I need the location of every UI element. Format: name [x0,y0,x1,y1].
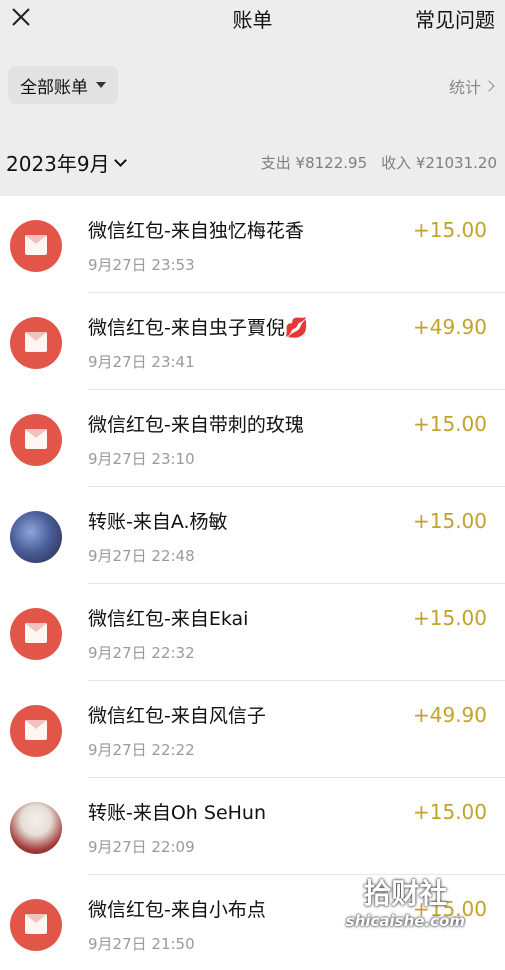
red-packet-icon [10,414,62,466]
transaction-title: 微信红包-来自虫子賈倪💋 [88,317,309,339]
stats-link[interactable]: 统计 [448,74,495,98]
transaction-time: 9月27日 23:41 [88,353,195,371]
transaction-title: 转账-来自Oh SeHun [88,802,267,824]
red-packet-icon [10,899,62,951]
transaction-title: 微信红包-来自风信子 [88,705,266,727]
transaction-title: 微信红包-来自小布点 [88,899,266,921]
transaction-title: 转账-来自A.杨敏 [88,511,228,533]
caret-down-icon [96,82,106,88]
month-label: 2023年9月 [6,152,110,176]
stats-label: 统计 [448,78,481,97]
transaction-list: 微信红包-来自独忆梅花香 9月27日 23:53 +15.00 微信红包-来自虫… [0,196,505,970]
expense-total: 支出 ¥8122.95 [260,154,368,172]
top-bar: 账单 常见问题 [0,0,505,40]
transaction-amount: +15.00 [412,509,487,533]
red-packet-icon [10,705,62,757]
red-packet-icon [10,608,62,660]
red-packet-icon [10,317,62,369]
transaction-row[interactable]: 微信红包-来自带刺的玫瑰 9月27日 23:10 +15.00 [0,390,505,487]
month-selector[interactable]: 2023年9月 [6,148,127,177]
transaction-amount: +15.00 [412,800,487,824]
red-packet-icon [10,220,62,272]
transaction-title: 微信红包-来自独忆梅花香 [88,220,304,242]
transaction-time: 9月27日 23:53 [88,256,195,274]
all-bills-filter-button[interactable]: 全部账单 [8,66,118,104]
transaction-time: 9月27日 22:09 [88,838,195,856]
transaction-amount: +49.90 [412,703,487,727]
transaction-row[interactable]: 微信红包-来自风信子 9月27日 22:22 +49.90 [0,681,505,778]
month-summary: 支出 ¥8122.95 收入 ¥21031.20 [261,152,497,173]
transaction-row[interactable]: 转账-来自Oh SeHun 9月27日 22:09 +15.00 [0,778,505,875]
income-total: 收入 ¥21031.20 [381,154,497,172]
all-bills-label: 全部账单 [20,77,88,98]
transaction-row[interactable]: 微信红包-来自虫子賈倪💋 9月27日 23:41 +49.90 [0,293,505,390]
transaction-amount: +15.00 [412,606,487,630]
transaction-time: 9月27日 22:22 [88,741,195,759]
chevron-down-icon [113,153,127,167]
transaction-time: 9月27日 23:10 [88,450,195,468]
chevron-right-icon [483,80,495,92]
user-avatar [10,802,62,854]
transaction-amount: +15.00 [412,218,487,242]
watermark-domain: shicaishe.com [345,912,465,930]
watermark: 拾财社 shicaishe.com [346,872,465,930]
transaction-time: 9月27日 21:50 [88,935,195,953]
faq-link[interactable]: 常见问题 [415,4,495,33]
transaction-row[interactable]: 微信红包-来自Ekai 9月27日 22:32 +15.00 [0,584,505,681]
user-avatar [10,511,62,563]
transaction-title: 微信红包-来自带刺的玫瑰 [88,414,304,436]
transaction-amount: +15.00 [412,412,487,436]
transaction-row[interactable]: 微信红包-来自独忆梅花香 9月27日 23:53 +15.00 [0,196,505,293]
transaction-amount: +49.90 [412,315,487,339]
watermark-text: 拾财社 [363,877,448,910]
transaction-time: 9月27日 22:48 [88,547,195,565]
transaction-row[interactable]: 转账-来自A.杨敏 9月27日 22:48 +15.00 [0,487,505,584]
transaction-title: 微信红包-来自Ekai [88,608,249,630]
transaction-time: 9月27日 22:32 [88,644,195,662]
